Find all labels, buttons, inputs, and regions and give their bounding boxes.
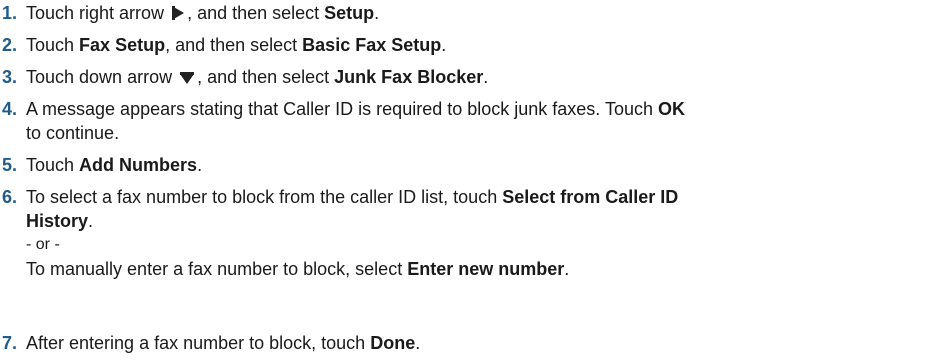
or-separator: - or - <box>26 236 60 253</box>
step-number: 1. <box>2 3 18 23</box>
down-arrow-icon <box>179 67 195 91</box>
step-body: Touch Fax Setup, and then select Basic F… <box>26 33 931 57</box>
step-body: To select a fax number to block from the… <box>26 185 931 281</box>
step-text: . <box>483 67 489 87</box>
step-text: To select a fax number to block from the… <box>26 187 503 207</box>
step-number: 6. <box>2 187 18 207</box>
step-line: History. <box>26 209 931 233</box>
step-body: Touch right arrow , and then select Setu… <box>26 1 931 25</box>
step-target: OK <box>658 99 686 119</box>
step-text: Touch down arrow <box>26 67 178 87</box>
step-line: to continue. <box>26 121 931 145</box>
step-text: Touch <box>26 35 80 55</box>
step-target: Done <box>370 333 416 353</box>
step-target: History <box>26 211 89 231</box>
step-line: A message appears stating that Caller ID… <box>26 97 931 121</box>
step-text: , and then select <box>165 35 303 55</box>
step-body: After entering a fax number to block, to… <box>26 331 931 355</box>
step-target: Enter new number <box>407 259 565 279</box>
step-text: . <box>564 259 570 279</box>
right-arrow-icon <box>171 3 185 27</box>
step-target: Select from Caller ID <box>502 187 679 207</box>
step-body: A message appears stating that Caller ID… <box>26 97 931 145</box>
step-body: Touch down arrow , and then select Junk … <box>26 65 931 89</box>
step-text: . <box>88 211 94 231</box>
step-text: , and then select <box>197 67 335 87</box>
step-line: Touch Fax Setup, and then select Basic F… <box>26 33 931 57</box>
step-number: 3. <box>2 67 18 87</box>
step-line: After entering a fax number to block, to… <box>26 331 931 355</box>
step-body: Touch Add Numbers. <box>26 153 931 177</box>
step-text: Touch right arrow <box>26 3 170 23</box>
step-line: To select a fax number to block from the… <box>26 185 931 209</box>
step-text: to continue. <box>26 123 120 143</box>
step-number: 2. <box>2 35 18 55</box>
step-text: , and then select <box>187 3 325 23</box>
step-text: To manually enter a fax number to block,… <box>26 259 408 279</box>
step-number: 4. <box>2 99 18 119</box>
step-text: Touch <box>26 155 80 175</box>
step-target: Basic Fax Setup <box>302 35 442 55</box>
step-number: 7. <box>2 333 18 353</box>
step-line: Touch down arrow , and then select Junk … <box>26 65 931 89</box>
step-line: Touch right arrow , and then select Setu… <box>26 1 931 25</box>
step-target: Setup <box>324 3 375 23</box>
step-text: . <box>415 333 421 353</box>
step-text: . <box>197 155 203 175</box>
step-line: Touch Add Numbers. <box>26 153 931 177</box>
step-line: To manually enter a fax number to block,… <box>26 257 931 281</box>
step-number: 5. <box>2 155 18 175</box>
step-target: Fax Setup <box>79 35 166 55</box>
step-text: . <box>441 35 447 55</box>
step-text: A message appears stating that Caller ID… <box>26 99 659 119</box>
step-text: . <box>374 3 380 23</box>
step-target: Add Numbers <box>79 155 198 175</box>
step-target: Junk Fax Blocker <box>334 67 484 87</box>
step-text: After entering a fax number to block, to… <box>26 333 371 353</box>
